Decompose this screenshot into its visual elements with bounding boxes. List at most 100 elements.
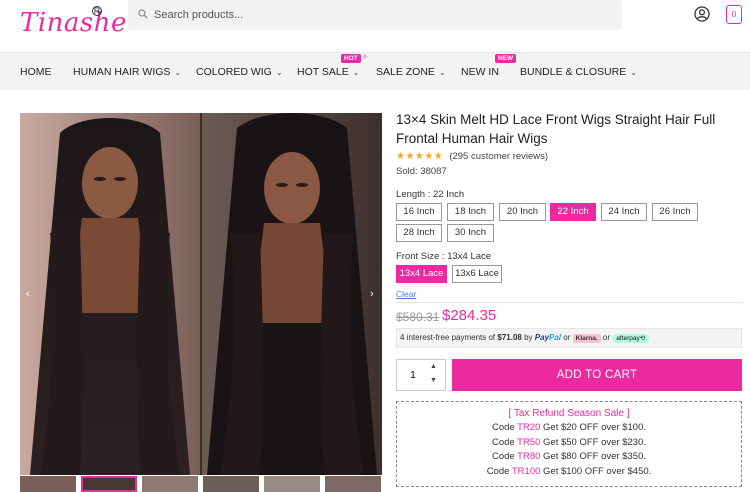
product-rating[interactable]: ★★★★★ (295 customer reviews) [396,151,736,162]
installment-by: by [524,333,533,342]
promo-prefix: Code [486,465,510,477]
thumbnail[interactable] [81,476,137,492]
length-option[interactable]: 28 Inch [396,224,442,242]
chevron-down-icon: ⌄ [174,68,182,77]
length-option[interactable]: 26 Inch [652,203,698,221]
promo-code: TR20 [517,422,541,433]
klarna-logo[interactable]: Klarna. [572,334,601,343]
length-option-selected[interactable]: 22 Inch [550,203,596,221]
promo-line: Code TR20 Get $20 OFF over $100. [397,421,741,436]
chevron-down-icon: ⌄ [438,68,446,77]
promo-offer: Get $80 OFF over $350. [543,451,647,462]
promo-title: [ Tax Refund Season Sale ] [508,408,630,419]
installment-text: 4 interest-free payments of [400,333,496,342]
nav-label: HOT SALE [297,66,349,78]
thumbnail[interactable] [142,476,198,492]
promo-offer: Get $100 OFF over $450. [543,465,652,477]
nav-label: HUMAN HAIR WIGS [73,66,171,78]
nav-item-human-hair-wigs[interactable]: HUMAN HAIR WIGS ⌄ [73,66,181,78]
chevron-down-icon: ⌄ [275,68,283,77]
nav-item-sale-zone[interactable]: SALE ZONE ⌄ [376,66,446,78]
cart-count: 0 [731,10,737,19]
chevron-up-icon[interactable]: ▲ [430,363,437,370]
promo-prefix: Code [491,451,515,462]
search-icon [138,9,148,19]
promo-offer: Get $20 OFF over $100. [543,422,647,433]
front-size-option[interactable]: 13x6 Lace [452,265,502,283]
account-icon[interactable] [694,6,710,22]
divider [396,302,742,303]
chevron-down-icon: ⌄ [630,68,637,77]
product-title: 13×4 Skin Melt HD Lace Front Wigs Straig… [396,112,716,146]
rating-stars: ★★★★★ [396,151,444,162]
hot-badge: HOT [341,54,361,63]
thumbnail-strip [20,476,382,492]
length-option[interactable]: 30 Inch [447,224,494,242]
sold-count: Sold: 38087 [396,166,447,177]
front-size-label: Front Size : 13x4 Lace [396,251,492,262]
promo-box: [ Tax Refund Season Sale ] Code TR20 Get… [396,401,742,487]
nav-label: NEW IN [461,66,499,78]
quantity-input[interactable] [397,360,429,390]
nav-label: HOME [20,66,52,78]
thumbnail[interactable] [203,476,259,492]
nav-label: SALE ZONE [376,66,435,78]
sale-price: $284.35 [442,307,497,324]
promo-prefix: Code [491,422,515,433]
brand-logo[interactable]: Tinashe [20,8,127,38]
promo-line: Code TR100 Get $100 OFF over $450. [397,465,741,480]
product-gallery[interactable]: ‹ › [20,113,382,475]
product-info: 13×4 Skin Melt HD Lace Front Wigs Straig… [396,110,746,487]
promo-code: TR80 [517,451,541,462]
search-bar[interactable] [128,0,622,30]
nav-label: BUNDLE & CLOSURE [520,66,627,78]
length-option[interactable]: 16 Inch [396,203,442,221]
nav-item-hot-sale[interactable]: HOT ✧ HOT SALE ⌄ [297,54,368,78]
product-image-front-alt[interactable] [202,113,382,475]
promo-prefix: Code [491,436,515,448]
length-option[interactable]: 24 Inch [601,203,647,221]
length-label: Length : 22 Inch [396,189,465,200]
chevron-down-icon: ⌄ [352,68,360,77]
nav-item-colored-wig[interactable]: COLORED WIG ⌄ [196,66,283,78]
nav-label: COLORED WIG [196,66,272,78]
front-size-option-selected[interactable]: 13x4 Lace [396,265,447,283]
cart-icon[interactable]: 0 [726,5,742,24]
product-image-front[interactable] [20,113,200,475]
promo-line: Code TR80 Get $80 OFF over $350. [397,450,741,465]
promo-line: Code TR50 Get $50 OFF over $230. [397,436,741,451]
paypal-logo[interactable]: PayPal [535,333,561,342]
nav-item-new-in[interactable]: NEW NEW IN [461,54,517,78]
promo-code: TR100 [511,465,541,477]
site-header: Tinashe R 0 [0,0,750,52]
chevron-down-icon[interactable]: ▼ [430,377,437,384]
sparkle-icon: ✧ [362,54,368,61]
afterpay-logo[interactable]: afterpay⟲ [612,334,650,343]
search-input[interactable] [154,6,594,24]
quantity-stepper[interactable]: ▲ ▼ [396,359,446,391]
nav-item-home[interactable]: HOME [20,66,52,78]
review-count[interactable]: (295 customer reviews) [449,151,548,162]
registered-mark: R [92,6,102,16]
new-badge: NEW [495,54,517,63]
main-nav: HOME HUMAN HAIR WIGS ⌄ COLORED WIG ⌄ HOT ✧… [0,52,750,90]
length-option[interactable]: 20 Inch [499,203,546,221]
chevron-left-icon[interactable]: ‹ [26,288,30,300]
original-price: $580.31 [396,310,440,324]
paypal-pal: Pal [549,333,562,342]
chevron-right-icon[interactable]: › [370,288,374,300]
thumbnail[interactable] [20,476,76,492]
installment-info: 4 interest-free payments of $71.08 by Pa… [396,328,742,348]
thumbnail[interactable] [264,476,320,492]
installment-or: or [602,333,611,342]
add-to-cart-button[interactable]: ADD TO CART [452,359,742,391]
promo-offer: Get $50 OFF over $230. [543,436,647,448]
paypal-pay: Pay [534,333,550,342]
promo-code: TR50 [517,436,541,448]
installment-or: or [563,333,571,342]
clear-selection-link[interactable]: Clear [396,289,416,299]
installment-amount: $71.08 [497,333,522,342]
length-option[interactable]: 18 Inch [447,203,494,221]
nav-item-bundle-closure[interactable]: BUNDLE & CLOSURE ⌄ [520,66,637,78]
thumbnail[interactable] [325,476,381,492]
